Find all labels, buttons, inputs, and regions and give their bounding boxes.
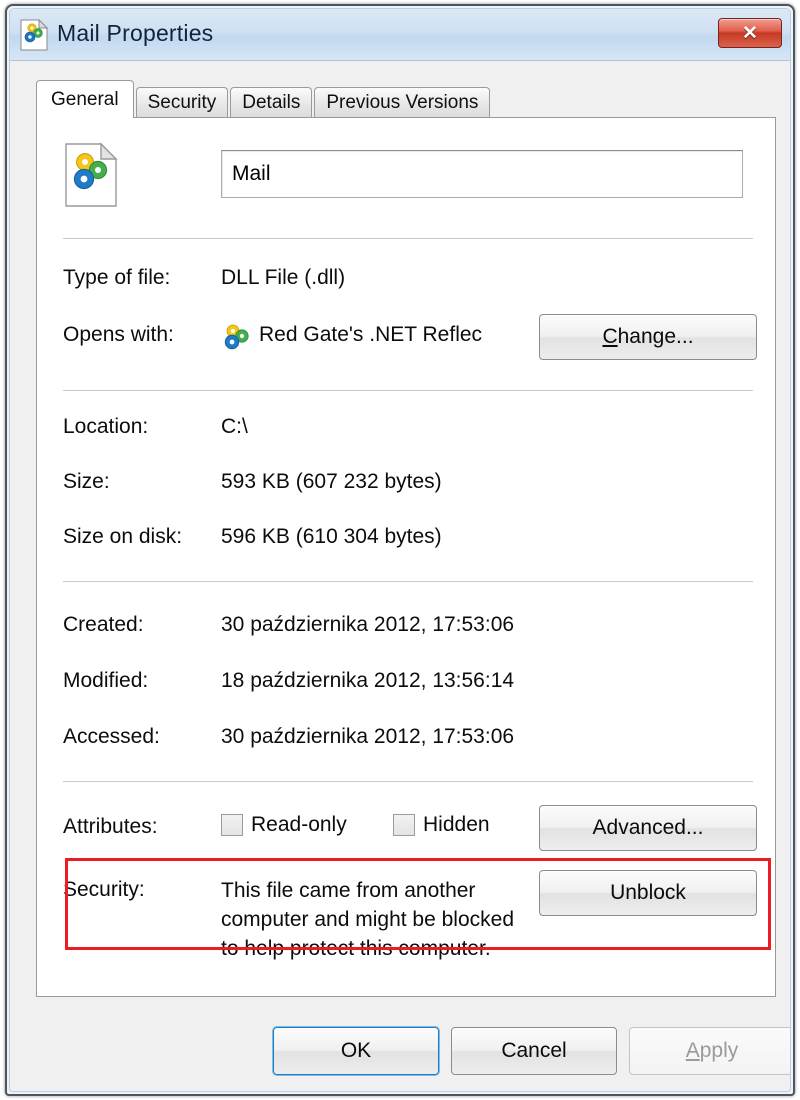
- dll-file-icon: [63, 142, 119, 208]
- hidden-label: Hidden: [423, 813, 490, 836]
- section-divider: [63, 581, 753, 582]
- tab-label: Previous Versions: [326, 91, 479, 113]
- row-type-of-file: Type of file: DLL File (.dll): [37, 266, 775, 300]
- file-header: [37, 138, 775, 224]
- readonly-checkbox[interactable]: Read-only: [221, 813, 347, 837]
- created-value: 30 października 2012, 17:53:06: [221, 613, 515, 636]
- reflector-app-icon: [221, 324, 251, 352]
- apply-accel: A: [685, 1039, 700, 1062]
- modified-label: Modified:: [63, 669, 149, 692]
- apply-button: Apply: [629, 1027, 790, 1075]
- accessed-label: Accessed:: [63, 725, 160, 748]
- dialog-footer: OK Cancel Apply: [10, 1021, 790, 1081]
- tab-label: General: [51, 88, 119, 110]
- accessed-value: 30 października 2012, 17:53:06: [221, 725, 515, 748]
- row-modified: Modified: 18 października 2012, 13:56:14: [37, 669, 775, 703]
- location-label: Location:: [63, 415, 149, 438]
- apply-rest: pply: [699, 1039, 739, 1062]
- advanced-button[interactable]: Advanced...: [539, 805, 757, 851]
- tab-label: Details: [242, 91, 301, 113]
- title-bar[interactable]: Mail Properties ✕: [10, 9, 790, 61]
- filename-input[interactable]: [221, 150, 743, 198]
- properties-dialog-window: Mail Properties ✕ General Security Detai…: [5, 4, 795, 1096]
- cancel-button[interactable]: Cancel: [451, 1027, 617, 1075]
- change-accel: C: [602, 325, 618, 348]
- type-of-file-label: Type of file:: [63, 266, 171, 289]
- hidden-checkbox[interactable]: Hidden: [393, 813, 490, 837]
- modified-value: 18 października 2012, 13:56:14: [221, 669, 515, 692]
- security-message: This file came from another computer and…: [221, 879, 515, 960]
- ok-button[interactable]: OK: [273, 1027, 439, 1075]
- general-tab-panel: Type of file: DLL File (.dll) Opens with…: [36, 117, 776, 997]
- dll-file-icon: [19, 18, 49, 51]
- opens-with-value: Red Gate's .NET Reflec: [259, 323, 483, 346]
- unblock-button[interactable]: Unblock: [539, 870, 757, 916]
- window-inner-frame: Mail Properties ✕ General Security Detai…: [9, 8, 791, 1092]
- section-divider: [63, 390, 753, 391]
- section-divider: [63, 781, 753, 782]
- close-button[interactable]: ✕: [718, 18, 782, 48]
- row-attributes: Attributes: Read-only Hidden Advanced...: [37, 805, 775, 855]
- location-value: C:\: [221, 415, 248, 438]
- type-of-file-value: DLL File (.dll): [221, 266, 346, 289]
- tab-label: Security: [147, 91, 217, 113]
- row-location: Location: C:\: [37, 415, 775, 449]
- security-label: Security:: [63, 878, 145, 901]
- tab-security[interactable]: Security: [135, 87, 229, 117]
- size-on-disk-value: 596 KB (610 304 bytes): [221, 525, 442, 548]
- readonly-label: Read-only: [251, 813, 347, 836]
- change-button[interactable]: Change...: [539, 314, 757, 360]
- close-icon: ✕: [742, 22, 758, 44]
- section-divider: [63, 238, 753, 239]
- row-created: Created: 30 października 2012, 17:53:06: [37, 613, 775, 647]
- attributes-label: Attributes:: [63, 815, 158, 838]
- row-opens-with: Opens with: Red Gate's .NET Reflec Chang…: [37, 314, 775, 360]
- tab-general[interactable]: General: [36, 80, 134, 118]
- row-security: Security: This file came from another co…: [37, 870, 775, 968]
- created-label: Created:: [63, 613, 144, 636]
- size-on-disk-label: Size on disk:: [63, 525, 183, 548]
- size-value: 593 KB (607 232 bytes): [221, 470, 442, 493]
- change-rest: hange...: [617, 325, 694, 348]
- tab-strip: General Security Details Previous Versio…: [36, 80, 492, 118]
- window-title: Mail Properties: [57, 20, 214, 46]
- row-size: Size: 593 KB (607 232 bytes): [37, 470, 775, 504]
- size-label: Size:: [63, 470, 110, 493]
- checkbox-box: [221, 814, 243, 836]
- row-accessed: Accessed: 30 października 2012, 17:53:06: [37, 725, 775, 759]
- tab-previous-versions[interactable]: Previous Versions: [314, 87, 491, 117]
- checkbox-box: [393, 814, 415, 836]
- row-size-on-disk: Size on disk: 596 KB (610 304 bytes): [37, 525, 775, 559]
- opens-with-label: Opens with:: [63, 323, 174, 346]
- tab-details[interactable]: Details: [230, 87, 313, 117]
